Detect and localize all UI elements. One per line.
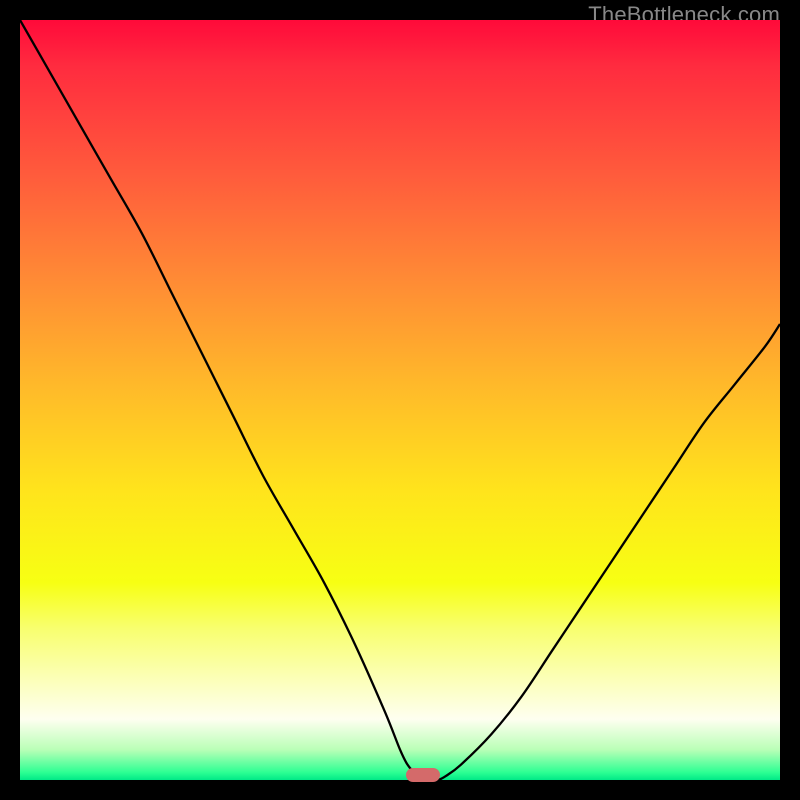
bottleneck-curve bbox=[20, 20, 780, 780]
optimal-point-marker bbox=[406, 768, 440, 782]
chart-frame: TheBottleneck.com bbox=[0, 0, 800, 800]
plot-area bbox=[20, 20, 780, 780]
curve-path bbox=[20, 20, 780, 780]
